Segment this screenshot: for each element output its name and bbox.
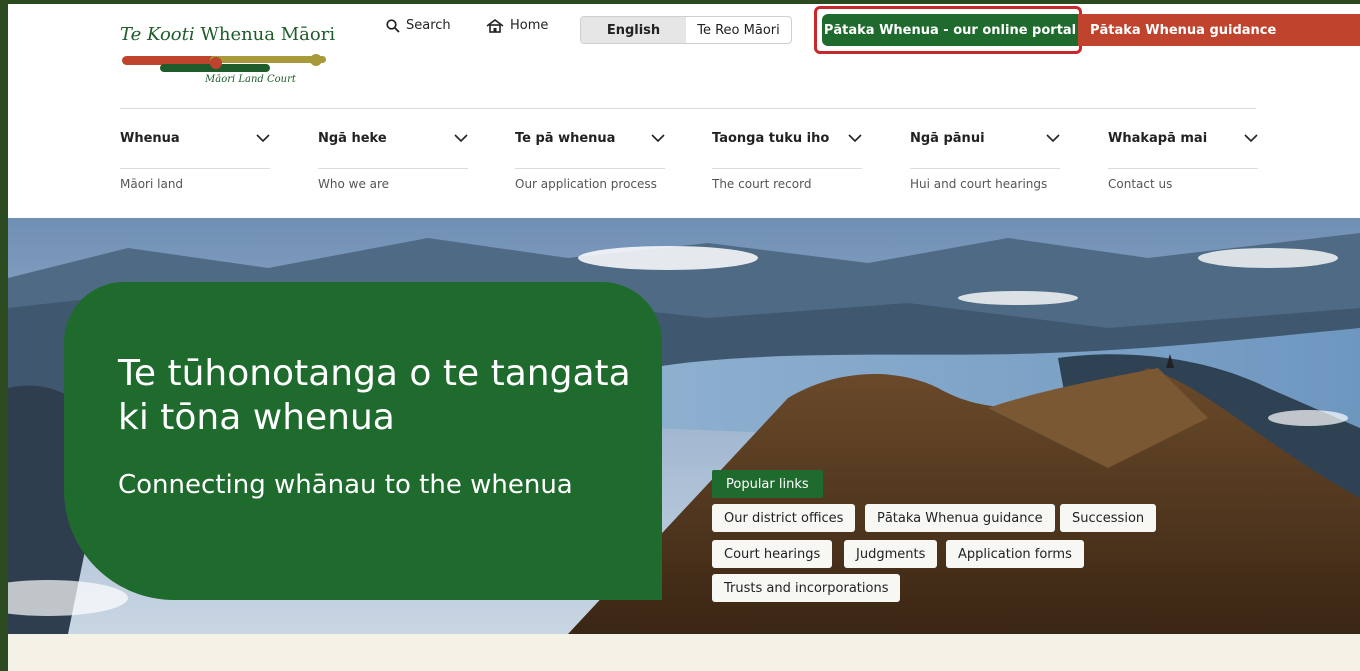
popular-link-district-offices[interactable]: Our district offices — [712, 504, 856, 532]
popular-link-judgments[interactable]: Judgments — [844, 540, 938, 568]
home-icon — [486, 18, 504, 33]
chevron-down-icon — [454, 133, 468, 142]
search-button[interactable]: Search — [386, 18, 451, 33]
home-link[interactable]: Home — [486, 18, 548, 33]
nav-menu-te-pa-whenua: Te pā whenua Our application process — [515, 128, 665, 191]
popular-link-pataka-guidance[interactable]: Pātaka Whenua guidance — [865, 504, 1055, 532]
header-divider — [120, 108, 1256, 109]
nav-menu-whenua: Whenua Māori land — [120, 128, 270, 191]
nav-menu-button[interactable]: Te pā whenua — [515, 128, 665, 148]
nav-menu-button[interactable]: Taonga tuku iho — [712, 128, 862, 148]
page-lower-section — [8, 634, 1360, 671]
popular-link-court-hearings[interactable]: Court hearings — [712, 540, 833, 568]
chevron-down-icon — [651, 133, 665, 142]
browser-viewport: Te Kooti Whenua Māori Māori Land Court S… — [8, 4, 1360, 671]
nav-divider — [120, 168, 270, 169]
chevron-down-icon — [256, 133, 270, 142]
chevron-down-icon — [1244, 133, 1258, 142]
hero-subtitle: Connecting whānau to the whenua — [118, 470, 573, 500]
site-logo[interactable]: Te Kooti Whenua Māori Māori Land Court — [120, 24, 350, 90]
nav-menu-button[interactable]: Whenua — [120, 128, 270, 148]
nav-divider — [515, 168, 665, 169]
popular-link-trusts-incorporations[interactable]: Trusts and incorporations — [712, 574, 901, 602]
logo-mark-icon — [122, 54, 326, 72]
nav-sub-link[interactable]: Who we are — [318, 177, 468, 191]
nav-menu-nga-heke: Ngā heke Who we are — [318, 128, 468, 191]
nav-menu-whakapa-mai: Whakapā mai Contact us — [1108, 128, 1258, 191]
popular-link-succession[interactable]: Succession — [1060, 504, 1157, 532]
lang-maori-button[interactable]: Te Reo Māori — [686, 17, 791, 43]
nav-menu-taonga-tuku-iho: Taonga tuku iho The court record — [712, 128, 862, 191]
popular-link-application-forms[interactable]: Application forms — [946, 540, 1084, 568]
nav-divider — [910, 168, 1060, 169]
hero-banner: Te tūhonotanga o te tangata ki tōna when… — [8, 218, 1360, 634]
lang-english-button[interactable]: English — [581, 17, 686, 43]
nav-sub-link[interactable]: Contact us — [1108, 177, 1258, 191]
chevron-down-icon — [1046, 133, 1060, 142]
search-icon — [386, 18, 400, 33]
pataka-whenua-portal-button[interactable]: Pātaka Whenua - our online portal — [822, 14, 1078, 46]
language-switch: English Te Reo Māori — [580, 16, 792, 44]
nav-menu-button[interactable]: Whakapā mai — [1108, 128, 1258, 148]
popular-links-label: Popular links — [712, 470, 823, 498]
nav-menu-button[interactable]: Ngā heke — [318, 128, 468, 148]
nav-divider — [1108, 168, 1258, 169]
nav-sub-link[interactable]: Māori land — [120, 177, 270, 191]
nav-menu-nga-panui: Ngā pānui Hui and court hearings — [910, 128, 1060, 191]
hero-card: Te tūhonotanga o te tangata ki tōna when… — [64, 282, 662, 600]
nav-sub-link[interactable]: The court record — [712, 177, 862, 191]
chevron-down-icon — [848, 133, 862, 142]
nav-sub-link[interactable]: Our application process — [515, 177, 665, 191]
nav-menu-button[interactable]: Ngā pānui — [910, 128, 1060, 148]
logo-subtitle: Māori Land Court — [205, 74, 296, 85]
logo-title: Te Kooti Whenua Māori — [120, 24, 336, 45]
site-header: Te Kooti Whenua Māori Māori Land Court S… — [8, 4, 1360, 218]
nav-divider — [712, 168, 862, 169]
pataka-whenua-guidance-button[interactable]: Pātaka Whenua guidance — [1078, 14, 1360, 46]
nav-divider — [318, 168, 468, 169]
nav-sub-link[interactable]: Hui and court hearings — [910, 177, 1060, 191]
hero-title: Te tūhonotanga o te tangata ki tōna when… — [118, 353, 631, 438]
